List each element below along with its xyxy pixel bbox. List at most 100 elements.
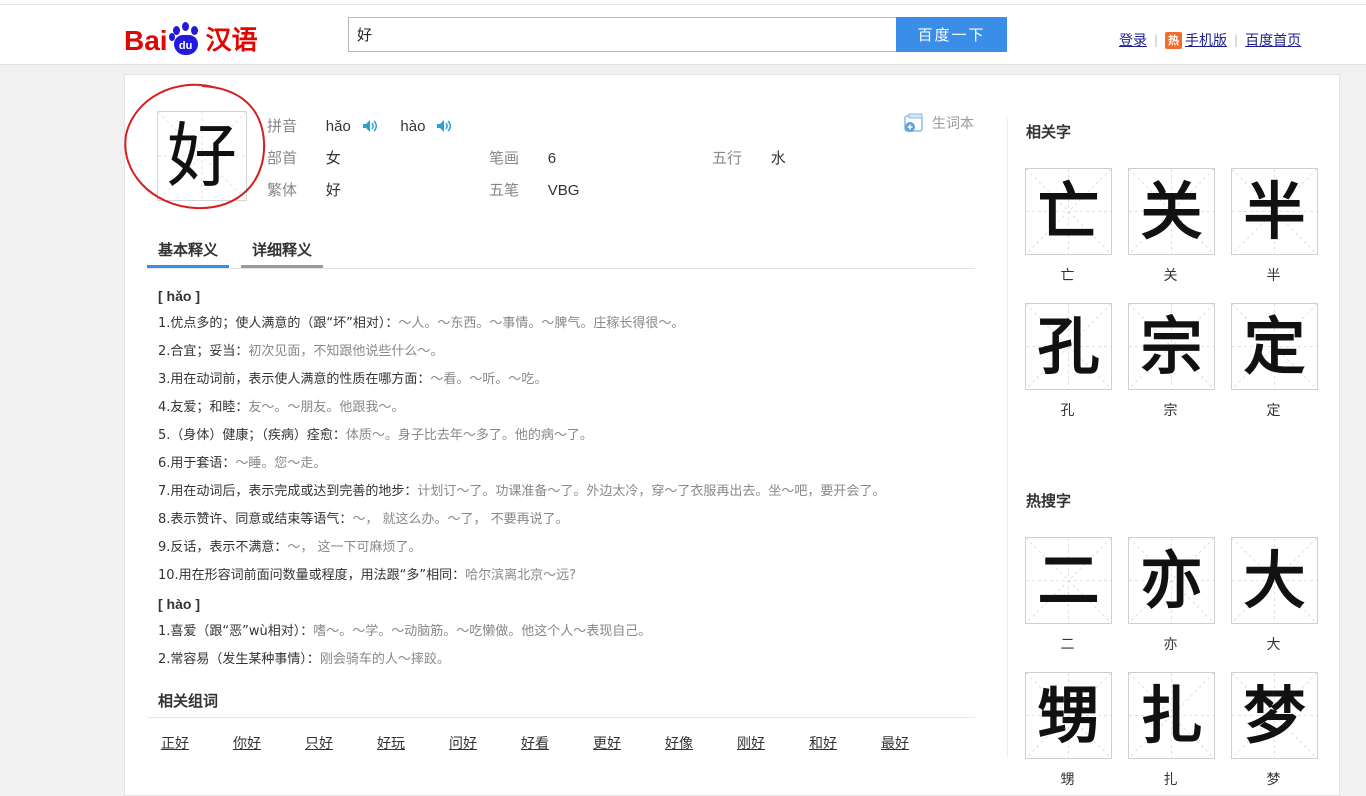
speaker-icon[interactable] bbox=[362, 119, 378, 133]
related-word-link[interactable]: 好看 bbox=[521, 733, 549, 753]
definition-text: 2.常容易（发生某种事情）： bbox=[158, 652, 320, 667]
baidu-home-link[interactable]: 百度首页 bbox=[1245, 30, 1301, 50]
definition-example: 友～。～朋友。他跟我～。 bbox=[248, 400, 405, 415]
vocab-book-button[interactable]: 生词本 bbox=[903, 113, 974, 133]
related-word-link[interactable]: 正好 bbox=[161, 733, 189, 753]
character-card[interactable]: 孔 bbox=[1025, 303, 1112, 390]
tab-detailed-definition[interactable]: 详细释义 bbox=[241, 234, 323, 268]
character-label[interactable]: 孔 bbox=[1025, 400, 1110, 420]
definition-text: 8.表示赞许、同意或结束等语气： bbox=[158, 512, 353, 527]
traditional-label: 繁体 bbox=[267, 181, 298, 199]
character-card[interactable]: 扎 bbox=[1128, 672, 1215, 759]
definition-item: 3.用在动词前，表示使人满意的性质在哪方面：～看。～听。～吃。 bbox=[158, 366, 978, 394]
character-card[interactable]: 亡 bbox=[1025, 168, 1112, 255]
character-label[interactable]: 半 bbox=[1231, 265, 1316, 285]
wubi-label: 五笔 bbox=[489, 181, 520, 199]
character-glyph: 二 bbox=[1037, 544, 1100, 617]
related-words-divider bbox=[147, 717, 975, 718]
pinyin-heading-text: [ hǎo ] bbox=[158, 288, 200, 304]
link-separator: | bbox=[1154, 33, 1159, 47]
pinyin-section-heading: [ hào ] bbox=[158, 590, 978, 618]
character-label[interactable]: 大 bbox=[1231, 634, 1316, 654]
logo-text-bai: Bai bbox=[124, 25, 168, 56]
link-separator: | bbox=[1234, 33, 1239, 47]
definition-example: ～， 这一下可麻烦了。 bbox=[287, 540, 422, 555]
character-glyph: 大 bbox=[1243, 544, 1306, 617]
definition-item: 7.用在动词后，表示完成或达到完善的地步：计划订～了。功课准备～了。外边太冷，穿… bbox=[158, 478, 978, 506]
definition-item: 2.常容易（发生某种事情）：刚会骑车的人～摔跤。 bbox=[158, 646, 978, 674]
related-word-link[interactable]: 和好 bbox=[809, 733, 837, 753]
definition-example: ～， 就这么办。～了， 不要再说了。 bbox=[352, 512, 569, 527]
definition-item: 1.优点多的；使人满意的（跟“坏”相对）：～人。～东西。～事情。～脾气。庄稼长得… bbox=[158, 310, 978, 338]
logo-text-hanyu: 汉语 bbox=[205, 26, 258, 56]
definition-example: 体质～。身子比去年～多了。他的病～了。 bbox=[345, 428, 593, 443]
related-word-link[interactable]: 好像 bbox=[665, 733, 693, 753]
definition-text: 6.用于套语： bbox=[158, 456, 236, 471]
logo-text-du: du bbox=[173, 35, 198, 55]
definition-text: 4.友爱；和睦： bbox=[158, 400, 249, 415]
definition-item: 2.合宜；妥当：初次见面，不知跟他说些什么～。 bbox=[158, 338, 978, 366]
radical-row: 部首 女 bbox=[267, 147, 341, 168]
character-label[interactable]: 定 bbox=[1231, 400, 1316, 420]
strokes-value: 6 bbox=[547, 150, 557, 167]
related-word-link[interactable]: 更好 bbox=[593, 733, 621, 753]
definition-item: 10.用在形容词前面问数量或程度，用法跟“多”相同：哈尔滨离北京～远? bbox=[158, 562, 978, 590]
search-input[interactable] bbox=[348, 17, 896, 52]
top-bar: Bai du 汉语 百度一下 登录 | 热 手机版 | 百度首页 bbox=[0, 0, 1366, 65]
character-card[interactable]: 宗 bbox=[1128, 303, 1215, 390]
definition-item: 1.喜爱（跟“恶”wù相对）：嗜～。～学。～动脑筋。～吃懒做。他这个人～表现自己… bbox=[158, 618, 978, 646]
character-card[interactable]: 甥 bbox=[1025, 672, 1112, 759]
related-word-link[interactable]: 好玩 bbox=[377, 733, 405, 753]
search-button[interactable]: 百度一下 bbox=[896, 17, 1007, 52]
pinyin-label: 拼音 bbox=[267, 117, 298, 135]
character-card[interactable]: 二 bbox=[1025, 537, 1112, 624]
character-label[interactable]: 关 bbox=[1128, 265, 1213, 285]
radical-value: 女 bbox=[325, 150, 341, 167]
character-label[interactable]: 二 bbox=[1025, 634, 1110, 654]
sidebar-divider bbox=[1007, 118, 1008, 758]
character-card[interactable]: 定 bbox=[1231, 303, 1318, 390]
definition-text: 1.优点多的；使人满意的（跟“坏”相对）： bbox=[158, 316, 399, 331]
character-card[interactable]: 关 bbox=[1128, 168, 1215, 255]
character-label[interactable]: 亦 bbox=[1128, 634, 1213, 654]
character-glyph: 半 bbox=[1243, 175, 1306, 248]
pinyin-hao3: hǎo bbox=[325, 118, 351, 135]
character-glyph: 亡 bbox=[1037, 175, 1100, 248]
related-word-link[interactable]: 只好 bbox=[305, 733, 333, 753]
traditional-value: 好 bbox=[325, 182, 341, 199]
definition-example: 哈尔滨离北京～远? bbox=[465, 568, 577, 583]
character-label[interactable]: 甥 bbox=[1025, 769, 1110, 789]
tab-basic-definition[interactable]: 基本释义 bbox=[147, 234, 229, 268]
related-word-link[interactable]: 刚好 bbox=[737, 733, 765, 753]
character-label[interactable]: 梦 bbox=[1231, 769, 1316, 789]
character-card[interactable]: 亦 bbox=[1128, 537, 1215, 624]
character-glyph: 梦 bbox=[1243, 679, 1306, 752]
definition-example: ～睡。您～走。 bbox=[235, 456, 327, 471]
character-card[interactable]: 梦 bbox=[1231, 672, 1318, 759]
top-divider bbox=[0, 4, 1366, 5]
paw-icon: du bbox=[168, 22, 203, 56]
related-word-link[interactable]: 你好 bbox=[233, 733, 261, 753]
speaker-icon[interactable] bbox=[436, 119, 452, 133]
related-words-heading: 相关组词 bbox=[158, 692, 219, 710]
character-glyph: 扎 bbox=[1140, 679, 1203, 752]
mobile-version-link[interactable]: 手机版 bbox=[1185, 30, 1227, 50]
definition-text: 2.合宜；妥当： bbox=[158, 344, 249, 359]
character-label[interactable]: 扎 bbox=[1128, 769, 1213, 789]
related-word-link[interactable]: 最好 bbox=[881, 733, 909, 753]
vocab-book-label: 生词本 bbox=[932, 116, 974, 132]
definition-text: 10.用在形容词前面问数量或程度，用法跟“多”相同： bbox=[158, 568, 466, 583]
character-card[interactable]: 半 bbox=[1231, 168, 1318, 255]
login-link[interactable]: 登录 bbox=[1119, 30, 1147, 50]
character-card[interactable]: 大 bbox=[1231, 537, 1318, 624]
character-label[interactable]: 亡 bbox=[1025, 265, 1110, 285]
hot-chars-heading: 热搜字 bbox=[1026, 492, 1072, 510]
baidu-hanyu-logo[interactable]: Bai du 汉语 bbox=[124, 12, 258, 56]
related-word-link[interactable]: 问好 bbox=[449, 733, 477, 753]
character-glyph: 定 bbox=[1243, 310, 1306, 383]
traditional-row: 繁体 好 bbox=[267, 179, 341, 200]
character-glyph: 关 bbox=[1140, 175, 1203, 248]
pinyin-row: 拼音 hǎo hào bbox=[267, 115, 452, 136]
red-annotation-circle bbox=[124, 83, 266, 210]
character-label[interactable]: 宗 bbox=[1128, 400, 1213, 420]
